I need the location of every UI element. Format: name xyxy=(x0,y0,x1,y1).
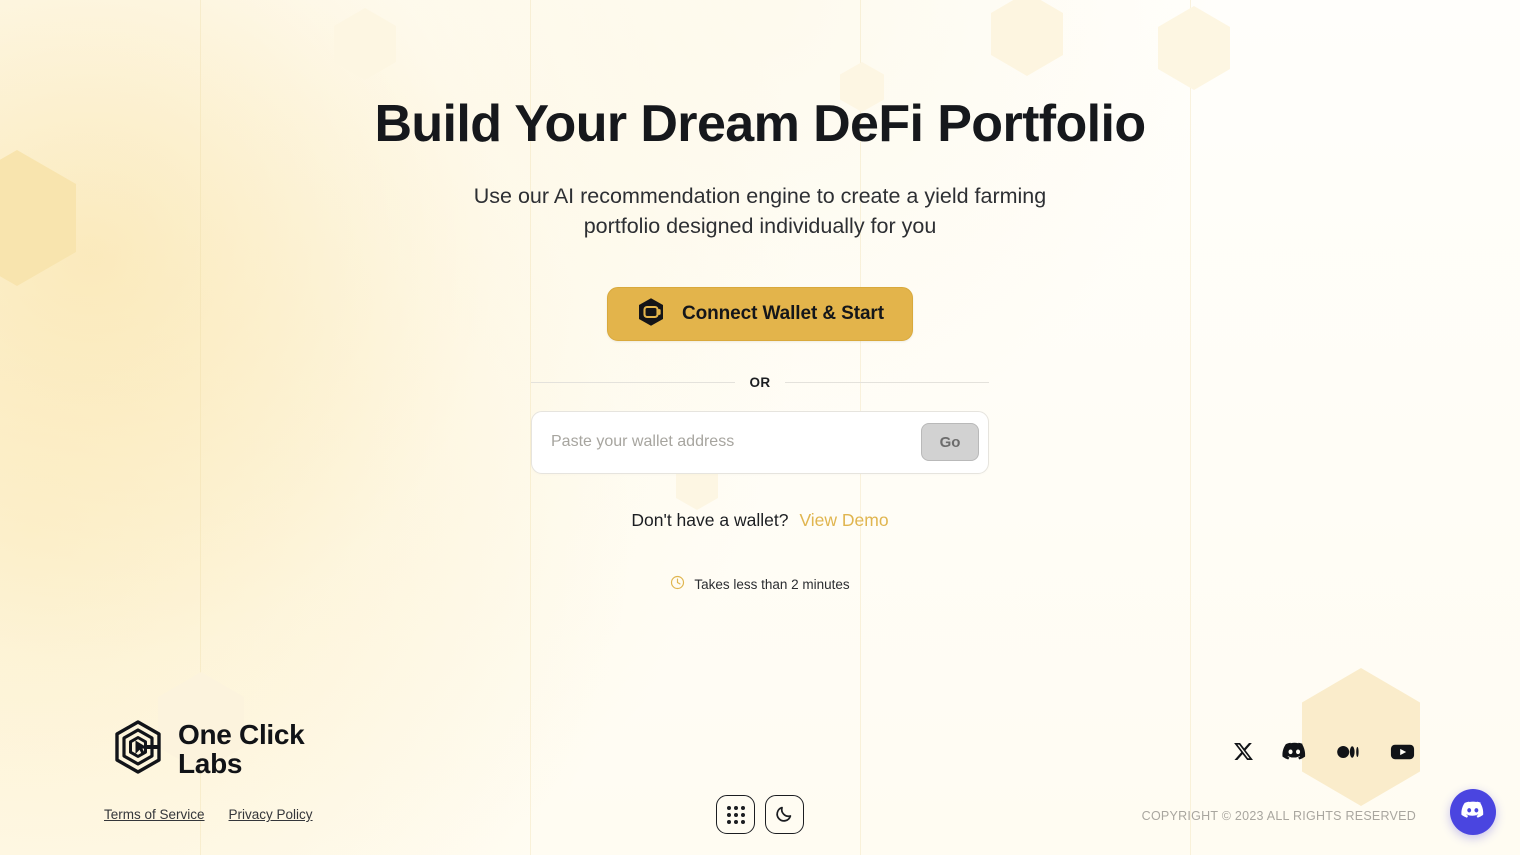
moon-icon xyxy=(775,804,794,826)
connect-wallet-button[interactable]: Connect Wallet & Start xyxy=(607,286,913,341)
dark-mode-toggle[interactable] xyxy=(765,795,804,834)
terms-of-service-link[interactable]: Terms of Service xyxy=(104,807,205,822)
youtube-icon[interactable] xyxy=(1389,738,1416,770)
one-click-labs-hexagon-cursor-logo xyxy=(110,719,166,780)
copyright-text: COPYRIGHT © 2023 ALL RIGHTS RESERVED xyxy=(1141,809,1416,823)
hero-subtitle: Use our AI recommendation engine to crea… xyxy=(473,184,1047,238)
divider-line-right xyxy=(784,381,989,383)
wallet-hexagon-icon xyxy=(636,297,666,330)
view-demo-link[interactable]: View Demo xyxy=(799,510,888,531)
hero-section: Build Your Dream DeFi Portfolio Use our … xyxy=(0,0,1520,595)
go-button[interactable]: Go xyxy=(921,423,979,462)
legal-links: Terms of Service Privacy Policy xyxy=(104,807,313,822)
no-wallet-text: Don't have a wallet? xyxy=(631,509,789,530)
or-divider: OR xyxy=(531,375,989,390)
footer-controls xyxy=(716,795,804,834)
x-twitter-icon[interactable] xyxy=(1233,741,1254,767)
discord-float-button[interactable] xyxy=(1450,789,1496,835)
wallet-address-form: Go xyxy=(531,410,989,474)
logo-line-2: Labs xyxy=(178,747,243,779)
logo-wordmark: One Click Labs xyxy=(178,718,305,779)
divider-line-left xyxy=(531,381,736,383)
discord-icon[interactable] xyxy=(1282,739,1307,769)
logo-line-1: One Click xyxy=(178,718,305,750)
footer-logo[interactable]: One Click Labs xyxy=(110,718,305,780)
connect-wallet-label: Connect Wallet & Start xyxy=(682,302,884,324)
privacy-policy-link[interactable]: Privacy Policy xyxy=(229,807,313,822)
timing-text: Takes less than 2 minutes xyxy=(694,577,850,593)
apps-grid-button[interactable] xyxy=(716,795,755,834)
timing-note: Takes less than 2 minutes xyxy=(0,575,1520,595)
medium-icon[interactable] xyxy=(1335,739,1361,770)
clock-icon xyxy=(670,575,685,595)
cta-container: Connect Wallet & Start xyxy=(0,286,1520,341)
page-title: Build Your Dream DeFi Portfolio xyxy=(374,95,1146,153)
apps-grid-icon xyxy=(726,805,745,824)
discord-floating-icon xyxy=(1461,798,1485,827)
demo-prompt: Don't have a wallet? View Demo xyxy=(0,510,1520,531)
social-links xyxy=(1233,738,1416,770)
wallet-address-input[interactable] xyxy=(551,411,921,473)
divider-label: OR xyxy=(749,374,771,390)
